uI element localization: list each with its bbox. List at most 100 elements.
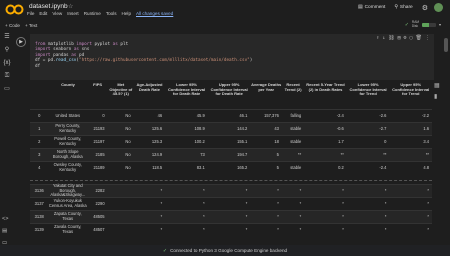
table-cell: * xyxy=(203,226,205,232)
chart-suggest-icon[interactable]: ▮ xyxy=(434,94,441,101)
column-header[interactable]: County xyxy=(49,82,88,88)
connected-icon: ✓ xyxy=(162,247,168,254)
share-label: Share xyxy=(399,5,413,10)
table-row: 4 Owsley County, Kentucky 21189 No 118.5 83.1… xyxy=(30,161,432,174)
table-cell: 124.9 xyxy=(151,151,163,157)
menu-insert[interactable]: Insert xyxy=(67,11,79,16)
menu-bar: File Edit View Insert Runtime Tools Help… xyxy=(27,11,173,16)
menu-help[interactable]: Help xyxy=(122,11,131,16)
table-cell: * xyxy=(277,200,279,206)
table-cell: Zapata County, Texas xyxy=(53,211,82,221)
table-cell: 0 xyxy=(384,138,387,144)
secrets-key-icon[interactable]: ⚿ xyxy=(5,73,10,80)
column-header[interactable]: Upper 95% Confidence Interval for Death … xyxy=(208,82,251,97)
table-cell: 46 xyxy=(157,112,163,118)
table-cell: 108.9 xyxy=(194,125,205,131)
table-cell: -2.4 xyxy=(379,164,387,170)
move-down-icon[interactable]: ↓ xyxy=(382,35,385,41)
table-cell: * xyxy=(384,200,387,206)
table-view-icon[interactable]: ▦ xyxy=(434,83,441,90)
table-cell: 45.9 xyxy=(196,112,205,118)
column-header[interactable]: Upper 95% Confidence Interval for Trend xyxy=(389,82,432,97)
table-cell: stable xyxy=(290,138,302,144)
run-cell-button[interactable]: ▶ xyxy=(16,37,26,47)
add-code-button[interactable]: + Code xyxy=(5,23,20,28)
table-cell: 3.4 xyxy=(423,138,430,144)
column-header[interactable]: Lower 95% Confidence Interval for Trend xyxy=(347,82,390,97)
table-cell: * xyxy=(160,226,163,232)
comment-button[interactable]: ▤ Comment xyxy=(358,5,385,10)
code-snippets-icon[interactable]: <> xyxy=(2,216,8,222)
cell-toolbar: ↑ ↓ ⛓ ▤ ⚙ ▢ 🗑 ⋮ xyxy=(376,35,430,41)
add-text-button[interactable]: + Text xyxy=(25,23,37,28)
column-header[interactable]: Met Objective of 45.5? (1) xyxy=(108,82,134,97)
link-icon[interactable]: ⛓ xyxy=(388,35,394,41)
code-token: df = pd. xyxy=(35,58,56,64)
star-icon[interactable]: ☆ xyxy=(68,3,73,10)
column-header[interactable]: Recent Trend (2) xyxy=(282,82,304,92)
status-bar: ✓ Connected to Python 3 Google Compute E… xyxy=(0,245,450,256)
save-status[interactable]: All changes saved xyxy=(136,11,173,16)
table-cell: * xyxy=(203,213,205,219)
table-cell: Zavala County, Texas xyxy=(54,224,82,234)
table-cell: 3136 xyxy=(34,187,44,193)
table-cell: No xyxy=(125,112,131,118)
mirror-cell-icon[interactable]: ▢ xyxy=(410,35,413,41)
more-options-icon[interactable]: ⋮ xyxy=(425,35,430,41)
table-cell: * xyxy=(277,187,279,193)
table-cell: 4.8 xyxy=(423,164,430,170)
menu-file[interactable]: File xyxy=(27,11,34,16)
table-cell: 83.1 xyxy=(196,164,205,170)
command-palette-icon[interactable]: ▤ xyxy=(2,228,8,234)
comment-icon: ▤ xyxy=(358,5,363,10)
table-cell: * xyxy=(299,200,302,206)
column-header[interactable]: FIPS xyxy=(87,82,107,88)
table-cell: * xyxy=(299,187,302,193)
files-folder-icon[interactable]: ▭ xyxy=(4,86,10,93)
table-cell: Perry County, Kentucky xyxy=(55,123,81,133)
search-icon[interactable]: ⚲ xyxy=(5,47,9,54)
runtime-dropdown-icon[interactable]: ▾ xyxy=(439,22,441,27)
settings-gear-icon[interactable]: ⚙ xyxy=(422,4,428,12)
table-cell: * xyxy=(245,200,248,206)
code-editor[interactable]: ↑ ↓ ⛓ ▤ ⚙ ▢ 🗑 ⋮ from matplotlib import p… xyxy=(30,34,434,80)
colab-logo[interactable] xyxy=(5,4,24,15)
table-cell: 157,376 xyxy=(264,112,279,118)
table-cell: No xyxy=(125,138,131,144)
table-cell: 73 xyxy=(200,151,205,157)
user-avatar[interactable] xyxy=(434,3,443,12)
settings-cell-icon[interactable]: ⚙ xyxy=(404,35,407,41)
table-cell: ** xyxy=(298,151,302,157)
table-cell: * xyxy=(384,213,387,219)
toc-icon[interactable]: ☰ xyxy=(4,34,9,41)
variables-icon[interactable]: {x} xyxy=(3,60,10,67)
table-cell: 48505 xyxy=(93,213,105,219)
table-cell: * xyxy=(245,187,248,193)
column-header[interactable]: Average Deaths per Year xyxy=(250,82,282,92)
runtime-status[interactable]: ✓ RAM Disk ▾ xyxy=(405,20,441,28)
code-line: df xyxy=(35,64,429,69)
top-bar: dataset.ipynb ☆ File Edit View Insert Ru… xyxy=(0,0,450,16)
scrollbar[interactable] xyxy=(444,38,448,52)
comment-cell-icon[interactable]: ▤ xyxy=(398,35,401,41)
notebook-title[interactable]: dataset.ipynb xyxy=(29,3,68,10)
status-text: Connected to Python 3 Google Compute Eng… xyxy=(170,248,288,253)
column-header[interactable]: Recent 5-Year Trend (2) in Death Rates xyxy=(304,82,347,92)
delete-cell-icon[interactable]: 🗑 xyxy=(416,35,422,41)
move-up-icon[interactable]: ↑ xyxy=(376,35,379,41)
column-header[interactable]: Lower 95% Confidence Interval for Death … xyxy=(165,82,208,97)
share-button[interactable]: ⚲ Share xyxy=(394,5,412,10)
menu-runtime[interactable]: Runtime xyxy=(84,11,101,16)
table-header: County FIPS Met Objective of 45.5? (1) Age-… xyxy=(30,82,432,109)
menu-tools[interactable]: Tools xyxy=(106,11,117,16)
table-cell: * xyxy=(277,213,279,219)
truncation-separator xyxy=(30,180,432,181)
column-header[interactable]: Age-Adjusted Death Rate xyxy=(134,82,166,92)
table-cell: ** xyxy=(340,151,344,157)
table-cell: 1.6 xyxy=(423,125,430,131)
table-cell: 1 xyxy=(38,125,41,131)
menu-view[interactable]: View xyxy=(52,11,62,16)
table-cell: 5 xyxy=(276,164,279,170)
table-cell: * xyxy=(342,187,344,193)
menu-edit[interactable]: Edit xyxy=(39,11,47,16)
